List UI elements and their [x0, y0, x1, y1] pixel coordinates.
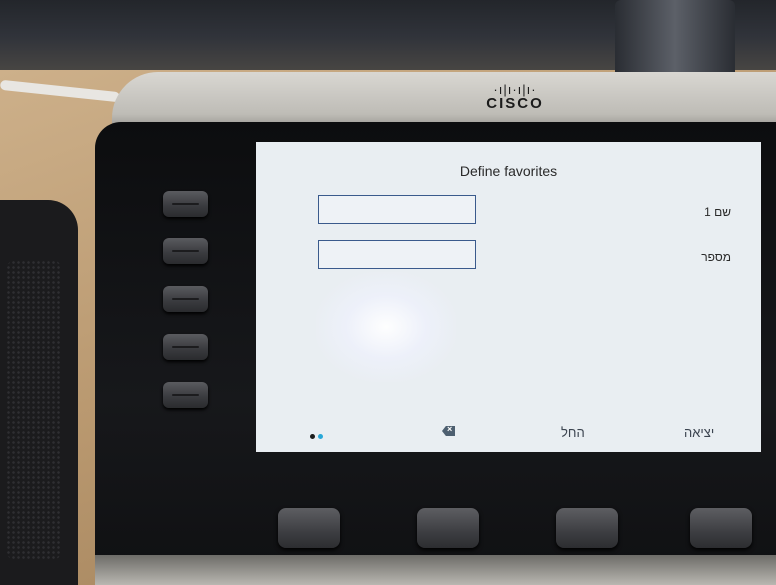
phone-handset[interactable] [0, 200, 78, 585]
line-key-2[interactable] [163, 238, 208, 264]
name-input[interactable] [319, 196, 475, 223]
number-label: מספר [701, 250, 731, 264]
page-indicator [310, 426, 326, 444]
softkey-button-1[interactable] [278, 508, 340, 548]
page-title: Define favorites [459, 163, 558, 179]
softkey-button-4[interactable] [690, 508, 752, 548]
screen-glare [316, 272, 456, 382]
softkey-label-apply: החל [561, 425, 585, 440]
cisco-logo-text: CISCO [486, 95, 544, 112]
phone-bottom-trim [95, 555, 776, 585]
page-dot-inactive [318, 434, 323, 439]
line-key-3[interactable] [163, 286, 208, 312]
number-input[interactable] [319, 241, 475, 268]
softkey-button-2[interactable] [417, 508, 479, 548]
handset-speaker-mesh [6, 260, 62, 560]
softkey-button-3[interactable] [556, 508, 618, 548]
line-key-5[interactable] [163, 382, 208, 408]
name-label: שם 1 [704, 205, 731, 219]
line-key-1[interactable] [163, 191, 208, 217]
photo-scene: ·ı|ı·ı|ı· CISCO Define favorites שם 1 מס… [0, 0, 776, 585]
phone-screen: Define favorites שם 1 מספר × החל יציאה [256, 142, 761, 452]
softkey-label-exit: יציאה [684, 425, 715, 440]
name-field[interactable] [318, 195, 476, 224]
page-dot-active [310, 434, 315, 439]
line-key-4[interactable] [163, 334, 208, 360]
cisco-logo: ·ı|ı·ı|ı· CISCO [470, 83, 560, 112]
backspace-icon: × [442, 426, 455, 436]
number-field[interactable] [318, 240, 476, 269]
